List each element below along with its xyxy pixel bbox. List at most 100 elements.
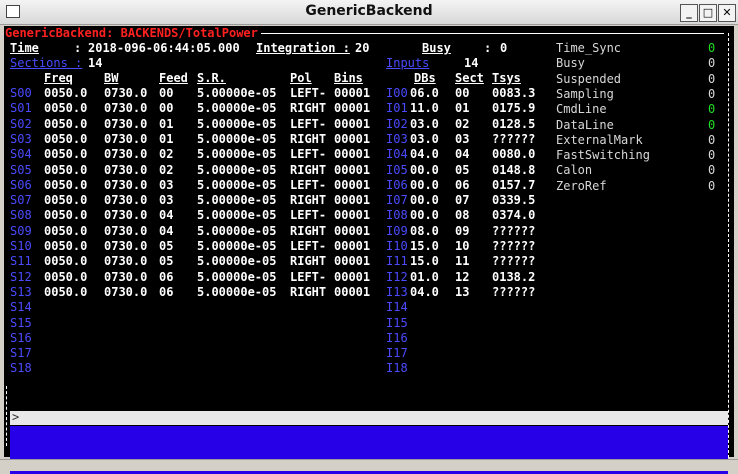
input-cell: 09 (455, 224, 470, 238)
command-prompt: > (12, 410, 20, 424)
section-cell: 02 (159, 147, 174, 161)
section-cell: 00001 (334, 86, 371, 100)
frame-top-line (261, 33, 724, 34)
input-cell: 04 (455, 147, 470, 161)
command-input[interactable]: > (10, 410, 728, 425)
section-cell: 01 (159, 117, 174, 131)
input-cell: 00.0 (410, 193, 439, 207)
section-cell: 00001 (334, 178, 371, 192)
section-cell: 00001 (334, 147, 371, 161)
section-cell: LEFT- (290, 270, 327, 284)
section-cell: 0050.0 (44, 86, 88, 100)
input-id: I09 (386, 224, 408, 238)
section-cell: 03 (159, 193, 174, 207)
section-id: S04 (10, 147, 32, 161)
input-cell: 04.0 (410, 285, 439, 299)
section-id: S15 (10, 316, 32, 330)
section-cell: 05 (159, 239, 174, 253)
input-id: I16 (386, 331, 408, 345)
status-flag-value: 0 (708, 179, 716, 193)
status-flag-label: Suspended (556, 72, 622, 86)
section-cell: LEFT- (290, 178, 327, 192)
input-cell: 0175.9 (492, 101, 536, 115)
busy-sep: : (484, 41, 492, 55)
close-button[interactable]: ✕ (718, 4, 736, 22)
section-cell: 5.00000e-05 (197, 239, 277, 253)
section-cell: 0050.0 (44, 254, 88, 268)
minimize-button[interactable]: _ (680, 4, 698, 22)
input-cell: 10 (455, 239, 470, 253)
section-cell: 0730.0 (104, 178, 148, 192)
status-flag-value: 0 (708, 148, 716, 162)
status-flag-label: ZeroRef (556, 179, 607, 193)
input-cell: 0138.2 (492, 270, 536, 284)
section-cell: RIGHT (290, 163, 327, 177)
input-id: I12 (386, 270, 408, 284)
input-id: I04 (386, 147, 408, 161)
input-id: I02 (386, 117, 408, 131)
input-cell: 04.0 (410, 147, 439, 161)
section-cell: 00001 (334, 193, 371, 207)
panel-title: GenericBackend: BACKENDS/TotalPower (5, 26, 258, 40)
sections-value: 14 (88, 56, 103, 70)
section-cell: 5.00000e-05 (197, 132, 277, 146)
section-id: S05 (10, 163, 32, 177)
input-cell: 13 (455, 285, 470, 299)
section-cell: 02 (159, 163, 174, 177)
section-id: S09 (10, 224, 32, 238)
input-id: I00 (386, 86, 408, 100)
col-bins-header: Bins (334, 71, 363, 85)
input-cell: 11 (455, 254, 470, 268)
input-cell: 03 (455, 132, 470, 146)
input-cell: ?????? (492, 239, 536, 253)
section-cell: 5.00000e-05 (197, 163, 277, 177)
section-cell: 0050.0 (44, 101, 88, 115)
section-cell: 0050.0 (44, 285, 88, 299)
input-cell: 01 (455, 101, 470, 115)
section-cell: LEFT- (290, 117, 327, 131)
section-cell: 5.00000e-05 (197, 224, 277, 238)
input-cell: 0339.5 (492, 193, 536, 207)
integration-value: 20 (355, 41, 370, 55)
section-cell: RIGHT (290, 193, 327, 207)
frame-left-line (6, 386, 7, 446)
status-flag-label: Time_Sync (556, 41, 622, 55)
section-cell: 5.00000e-05 (197, 86, 277, 100)
section-cell: 06 (159, 270, 174, 284)
section-cell: LEFT- (290, 239, 327, 253)
input-id: I15 (386, 316, 408, 330)
section-cell: 0730.0 (104, 254, 148, 268)
status-bar (0, 459, 738, 471)
status-flag-label: CmdLine (556, 102, 607, 116)
input-cell: 05 (455, 163, 470, 177)
title-bar[interactable]: GenericBackend _ □ ✕ (0, 0, 738, 25)
status-flag-value: 0 (708, 118, 716, 132)
input-id: I14 (386, 300, 408, 314)
inputs-label: Inputs (386, 56, 430, 70)
section-cell: 0730.0 (104, 285, 148, 299)
section-cell: 00001 (334, 208, 371, 222)
maximize-button[interactable]: □ (699, 4, 717, 22)
input-cell: 12 (455, 270, 470, 284)
status-flag-label: ExternalMark (556, 133, 643, 147)
input-cell: 0374.0 (492, 208, 536, 222)
input-id: I01 (386, 101, 408, 115)
section-cell: 0730.0 (104, 224, 148, 238)
section-cell: RIGHT (290, 254, 327, 268)
col-dbs-header: DBs (414, 71, 436, 85)
section-cell: 5.00000e-05 (197, 117, 277, 131)
section-cell: 0050.0 (44, 224, 88, 238)
app-window: GenericBackend _ □ ✕ GenericBackend: BAC… (0, 0, 738, 474)
section-id: S02 (10, 117, 32, 131)
status-flag-label: Sampling (556, 87, 614, 101)
section-cell: 05 (159, 254, 174, 268)
section-cell: 0730.0 (104, 163, 148, 177)
inputs-value: 14 (464, 56, 479, 70)
frame-right-line (728, 33, 729, 458)
input-id: I13 (386, 285, 408, 299)
section-cell: 5.00000e-05 (197, 178, 277, 192)
section-cell: 0050.0 (44, 147, 88, 161)
input-cell: 00 (455, 86, 470, 100)
section-cell: 0730.0 (104, 86, 148, 100)
section-cell: 0050.0 (44, 132, 88, 146)
